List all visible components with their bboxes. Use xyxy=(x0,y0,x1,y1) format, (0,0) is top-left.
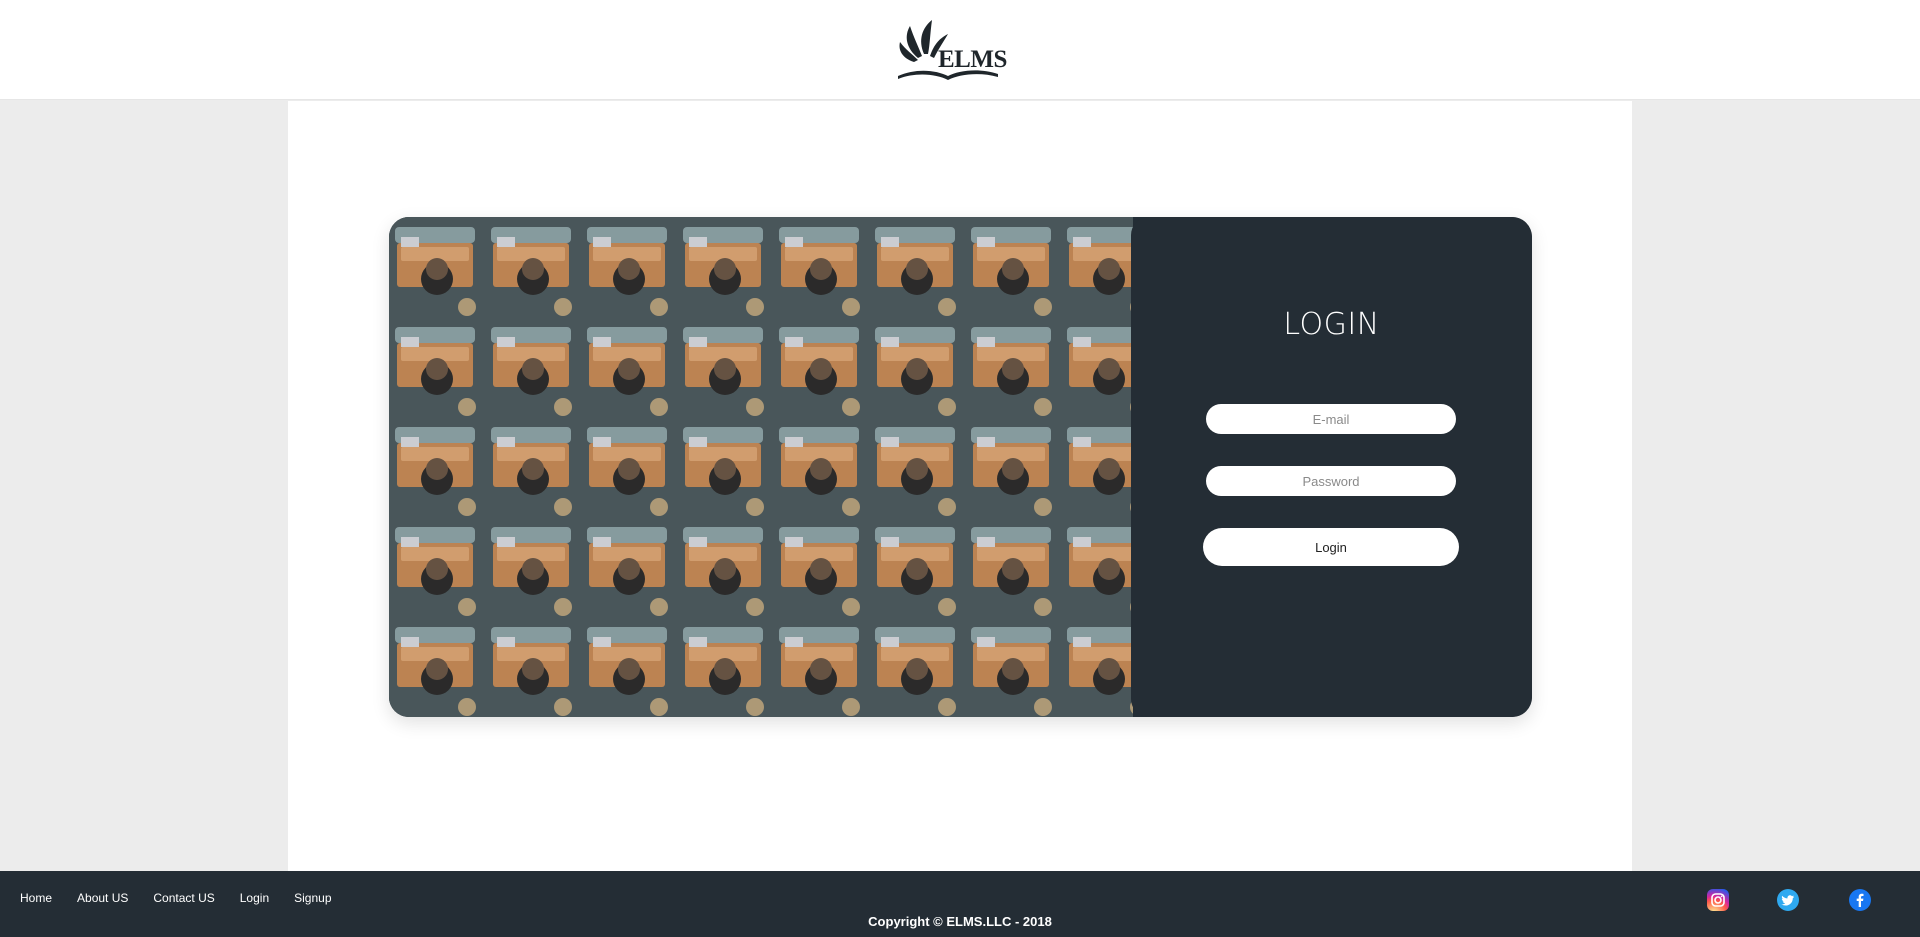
footer-link-home[interactable]: Home xyxy=(20,891,52,905)
footer-link-login[interactable]: Login xyxy=(240,891,269,905)
footer-link-signup[interactable]: Signup xyxy=(294,891,331,905)
login-title: LOGIN xyxy=(1283,307,1380,342)
instagram-icon[interactable] xyxy=(1707,889,1729,911)
footer-link-contact[interactable]: Contact US xyxy=(153,891,214,905)
login-panel: LOGIN Login xyxy=(1131,217,1532,717)
login-button[interactable]: Login xyxy=(1203,528,1459,566)
twitter-icon[interactable] xyxy=(1777,889,1799,911)
logo-text: ELMS xyxy=(938,46,1007,73)
site-footer: Home About US Contact US Login Signup Co… xyxy=(0,871,1920,937)
lecture-hall-photo xyxy=(389,217,1133,717)
copyright-text: Copyright © ELMS.LLC - 2018 xyxy=(868,914,1052,929)
elms-logo[interactable]: ELMS xyxy=(896,18,1007,80)
site-header: ELMS xyxy=(0,0,1920,100)
footer-link-about[interactable]: About US xyxy=(77,891,128,905)
footer-nav: Home About US Contact US Login Signup xyxy=(20,891,357,905)
login-card: LOGIN Login xyxy=(389,217,1532,717)
email-field[interactable] xyxy=(1206,404,1456,434)
facebook-icon[interactable] xyxy=(1849,889,1871,911)
password-field[interactable] xyxy=(1206,466,1456,496)
